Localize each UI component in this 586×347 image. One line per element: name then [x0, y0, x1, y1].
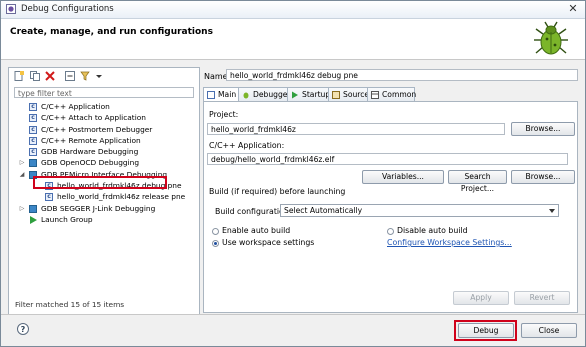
dialog-header: Create, manage, and run configurations	[1, 19, 585, 60]
c-config-icon: c	[29, 136, 37, 145]
main-tab-panel: Project: hello_world_frdmkl46z Browse...…	[203, 101, 578, 313]
c-config-icon: c	[29, 114, 37, 123]
delete-icon[interactable]	[45, 71, 55, 81]
list-toolbar	[14, 71, 105, 83]
eclipse-app-icon	[6, 4, 16, 14]
c-config-icon: c	[45, 193, 53, 202]
new-configuration-icon[interactable]	[14, 71, 24, 81]
footer-separator	[1, 314, 585, 315]
tab-common[interactable]: Common	[367, 87, 416, 101]
project-browse-button[interactable]: Browse...	[511, 122, 575, 136]
c-config-icon: c	[29, 148, 37, 157]
gdb-icon	[29, 159, 37, 168]
title-bar: Debug Configurations ✕	[1, 1, 585, 19]
project-field[interactable]: hello_world_frdmkl46z	[207, 123, 505, 135]
disable-auto-build-radio[interactable]	[387, 228, 394, 235]
c-config-icon: c	[29, 125, 37, 134]
help-icon[interactable]: ?	[17, 323, 29, 335]
tab-main[interactable]: Main	[203, 87, 239, 102]
tree-item-cpp-postmortem[interactable]: c C/C++ Postmortem Debugger	[9, 124, 199, 135]
tree-item-gdb-segger[interactable]: ▷ GDB SEGGER J-Link Debugging	[9, 203, 199, 214]
tree-item-cpp-attach[interactable]: c C/C++ Attach to Application	[9, 112, 199, 123]
debug-configurations-dialog: Debug Configurations ✕ Create, manage, a…	[0, 0, 586, 347]
source-tab-icon	[332, 91, 340, 99]
debug-button-highlight	[454, 320, 517, 341]
configuration-tree: c C/C++ Application c C/C++ Attach to Ap…	[9, 101, 199, 225]
filter-icon[interactable]	[80, 71, 90, 81]
common-tab-icon	[371, 91, 379, 99]
main-tab-icon	[207, 91, 215, 99]
apply-button[interactable]: Apply	[453, 291, 509, 305]
enable-auto-build-radio[interactable]	[212, 228, 219, 235]
application-label: C/C++ Application:	[209, 141, 285, 150]
tab-source[interactable]: Source	[328, 87, 369, 101]
application-browse-button[interactable]: Browse...	[511, 170, 575, 184]
window-title: Debug Configurations	[21, 4, 114, 14]
tree-item-launch-group[interactable]: Launch Group	[9, 214, 199, 225]
build-section-label: Build (if required) before launching	[209, 187, 346, 196]
enable-auto-build-label: Enable auto build	[222, 226, 291, 235]
name-field[interactable]: hello_world_frdmkl46z debug pne	[226, 69, 578, 81]
expand-twisty-icon[interactable]: ▷	[18, 203, 26, 214]
search-project-button[interactable]: Search Project...	[448, 170, 507, 193]
variables-button[interactable]: Variables...	[362, 170, 444, 184]
debug-bug-icon	[534, 21, 568, 55]
selected-item-highlight	[33, 176, 167, 189]
gdb-icon	[29, 204, 37, 213]
chevron-down-icon	[549, 209, 555, 213]
revert-button[interactable]: Revert	[514, 291, 570, 305]
c-config-icon: c	[29, 103, 37, 111]
build-configuration-select[interactable]: Select Automatically	[280, 204, 559, 217]
launch-group-icon	[30, 215, 37, 224]
tree-item-release-pne[interactable]: c hello_world_frdmkl46z release pne	[9, 191, 199, 202]
filter-status: Filter matched 15 of 15 items	[15, 300, 125, 309]
configuration-list-panel: type filter text c C/C++ Application c C…	[8, 67, 200, 315]
startup-tab-icon	[292, 91, 298, 99]
duplicate-icon[interactable]	[29, 71, 40, 81]
filter-input[interactable]: type filter text	[14, 87, 194, 98]
configure-workspace-link[interactable]: Configure Workspace Settings...	[387, 238, 512, 247]
project-label: Project:	[209, 110, 239, 119]
tree-item-gdb-hardware[interactable]: c GDB Hardware Debugging	[9, 146, 199, 157]
tab-startup[interactable]: Startup	[287, 87, 330, 101]
tree-item-cpp-application[interactable]: c C/C++ Application	[9, 101, 199, 112]
tree-item-cpp-remote[interactable]: c C/C++ Remote Application	[9, 135, 199, 146]
close-button[interactable]: Close	[521, 323, 577, 338]
header-title: Create, manage, and run configurations	[10, 27, 213, 37]
disable-auto-build-label: Disable auto build	[397, 226, 468, 235]
window-close-icon[interactable]: ✕	[566, 2, 580, 15]
tree-item-gdb-openocd[interactable]: ▷ GDB OpenOCD Debugging	[9, 157, 199, 168]
use-workspace-settings-radio[interactable]	[212, 240, 219, 247]
debugger-tab-icon	[243, 92, 249, 99]
collapse-all-icon[interactable]	[64, 71, 75, 81]
expand-twisty-icon[interactable]: ▷	[18, 157, 26, 168]
use-workspace-settings-label: Use workspace settings	[222, 238, 315, 247]
application-field[interactable]: debug/hello_world_frdmkl46z.elf	[207, 153, 568, 165]
collapse-twisty-icon[interactable]: ◢	[18, 169, 26, 180]
tab-debugger[interactable]: Debugger	[238, 87, 291, 101]
chevron-down-icon[interactable]	[95, 71, 102, 81]
